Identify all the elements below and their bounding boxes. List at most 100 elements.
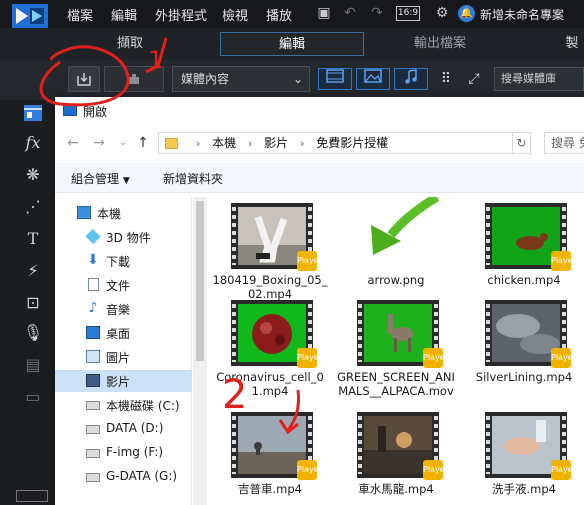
menu-bar: 檔案 編輯 外掛程式 檢視 播放 ▣ ↶ ↷ 16:9 ⚙ 🔔 新增未命名專案: [0, 0, 584, 28]
new-folder-button[interactable]: 新增資料夾: [163, 170, 223, 187]
nav-label: 文件: [106, 279, 131, 293]
expand-icon[interactable]: ⤢: [464, 70, 484, 88]
command-bar: 組合管理 ▼ 新增資料夾: [55, 163, 584, 193]
nav-label: 下載: [106, 255, 131, 269]
navigation-pane: 本機 3D 物件 ⬇ 下載 文件 ♪ 音樂 桌面 圖片 影片 本機磁碟 (C:)…: [55, 197, 192, 505]
app-logo-icon: [12, 4, 48, 28]
tab-edit[interactable]: 編輯: [220, 32, 364, 56]
undo-icon[interactable]: ↶: [340, 4, 360, 22]
dialog-search-input[interactable]: 搜尋 免: [544, 132, 584, 154]
recent-chevron-icon[interactable]: ⌄: [115, 134, 131, 152]
nav-label: 本機磁碟 (C:): [106, 399, 180, 413]
nav-label: G-DATA (G:): [106, 469, 178, 483]
menu-playback[interactable]: 播放: [266, 5, 292, 24]
forward-arrow-icon[interactable]: →: [91, 134, 107, 152]
video-thumbnail: Player: [485, 412, 576, 480]
menu-view[interactable]: 檢視: [222, 5, 248, 24]
title-icon[interactable]: T: [22, 228, 44, 250]
up-arrow-icon[interactable]: ↑: [135, 134, 151, 152]
folder-icon: [165, 138, 178, 149]
tab-create-disc[interactable]: 製: [560, 32, 584, 56]
nav-item-downloads[interactable]: ⬇ 下載: [55, 250, 192, 272]
redo-icon[interactable]: ↷: [367, 4, 387, 22]
file-name: 洗手液.mp4: [492, 482, 556, 496]
voice-microphone-icon[interactable]: 🎙: [22, 322, 44, 344]
particle-spray-icon[interactable]: ⋰: [22, 196, 44, 218]
nav-item-desktop[interactable]: 桌面: [55, 322, 192, 344]
fx-icon[interactable]: fx: [22, 132, 44, 154]
particle-icon[interactable]: ❋: [22, 164, 44, 186]
coronavirus-thumbnail-image: [238, 304, 306, 362]
nav-item-videos[interactable]: 影片: [55, 370, 192, 392]
aspect-ratio-button[interactable]: 16:9: [396, 6, 420, 21]
drive-icon: [86, 473, 100, 482]
video-thumbnail: Player: [485, 203, 576, 271]
player-badge-icon: Player: [423, 348, 448, 368]
audio-filter-button[interactable]: [394, 68, 428, 90]
plugins-button[interactable]: [104, 66, 164, 92]
library-filter-dropdown[interactable]: 媒體內容 ⌄: [172, 66, 310, 92]
dialog-title: 開啟: [83, 105, 108, 119]
transition-icon[interactable]: ⚡: [22, 260, 44, 282]
menu-file[interactable]: 檔案: [67, 5, 93, 24]
media-room-icon[interactable]: [22, 102, 44, 124]
scrollbar-thumb[interactable]: [196, 201, 204, 361]
pc-icon: [77, 206, 91, 219]
import-media-button[interactable]: [68, 66, 100, 92]
nav-label: DATA (D:): [106, 421, 164, 435]
grid-view-icon[interactable]: ⠿: [436, 70, 456, 88]
breadcrumb-free-videos[interactable]: 免費影片授權: [316, 136, 388, 150]
nav-item-3d-objects[interactable]: 3D 物件: [55, 226, 192, 248]
pip-icon[interactable]: ⊡: [22, 292, 44, 314]
video-filter-button[interactable]: [318, 68, 352, 90]
breadcrumb-separator-icon: ›: [195, 137, 201, 150]
tab-produce[interactable]: 輸出檔案: [400, 32, 480, 56]
video-thumbnail: Player: [231, 412, 322, 480]
address-row: ← → ⌄ ↑ › 本機 › 影片 › 免費影片授權 ↻ 搜尋 免: [55, 130, 584, 156]
refresh-icon[interactable]: ↻: [513, 132, 531, 154]
tab-capture[interactable]: 擷取: [100, 32, 160, 56]
nav-item-drive-c[interactable]: 本機磁碟 (C:): [55, 394, 192, 416]
chapter-icon[interactable]: ▭: [22, 386, 44, 408]
organize-button[interactable]: 組合管理 ▼: [71, 170, 130, 187]
nav-item-this-pc[interactable]: 本機: [55, 202, 192, 224]
player-badge-icon: Player: [551, 348, 576, 368]
videos-icon: [86, 374, 100, 387]
settings-gear-icon[interactable]: ⚙: [432, 4, 452, 22]
nav-item-drive-d[interactable]: DATA (D:): [55, 418, 192, 440]
document-icon: [88, 278, 99, 291]
player-badge-icon: Player: [297, 348, 322, 368]
breadcrumb-separator-icon: ›: [247, 137, 253, 150]
dialog-title-bar: 開啟: [55, 97, 584, 125]
file-grid: Player 180419_Boxing_05_02.mp4 arrow.png: [207, 197, 584, 505]
nav-scrollbar[interactable]: [193, 197, 207, 505]
menu-edit[interactable]: 編輯: [111, 5, 137, 24]
music-icon: ♪: [88, 300, 98, 316]
nav-item-music[interactable]: ♪ 音樂: [55, 298, 192, 320]
powerdirector-window: 檔案 編輯 外掛程式 檢視 播放 ▣ ↶ ↷ 16:9 ⚙ 🔔 新增未命名專案 …: [0, 0, 584, 505]
3d-objects-icon: [85, 228, 101, 245]
open-file-dialog: 開啟 ← → ⌄ ↑ › 本機 › 影片 › 免費影片授權 ↻ 搜尋 免 組合管…: [55, 97, 584, 505]
nav-item-drive-g[interactable]: G-DATA (G:): [55, 466, 192, 488]
keyboard-icon[interactable]: [16, 490, 48, 502]
nav-item-pictures[interactable]: 圖片: [55, 346, 192, 368]
menu-plugins[interactable]: 外掛程式: [155, 5, 207, 24]
address-bar[interactable]: › 本機 › 影片 › 免費影片授權: [158, 132, 513, 154]
library-search-input[interactable]: 搜尋媒體庫: [494, 67, 584, 91]
notification-icon[interactable]: 🔔: [458, 5, 475, 22]
back-arrow-icon[interactable]: ←: [65, 134, 81, 152]
chevron-down-icon: ⌄: [292, 72, 303, 86]
organize-label: 組合管理: [71, 172, 120, 186]
subtitle-icon[interactable]: ▤: [22, 354, 44, 376]
nav-item-drive-f[interactable]: F-img (F:): [55, 442, 192, 464]
breadcrumb-this-pc[interactable]: 本機: [212, 136, 236, 150]
puzzle-icon: [129, 74, 139, 84]
drive-icon: [86, 401, 100, 410]
nav-label: 影片: [106, 375, 131, 389]
save-icon[interactable]: ▣: [314, 4, 334, 22]
image-thumbnail: [357, 197, 439, 269]
breadcrumb-videos[interactable]: 影片: [264, 136, 288, 150]
nav-item-documents[interactable]: 文件: [55, 274, 192, 296]
image-filter-button[interactable]: [356, 68, 390, 90]
room-toolbar: fx ❋ ⋰ T ⚡ ⊡ 🎙 ▤ ▭: [0, 100, 55, 480]
